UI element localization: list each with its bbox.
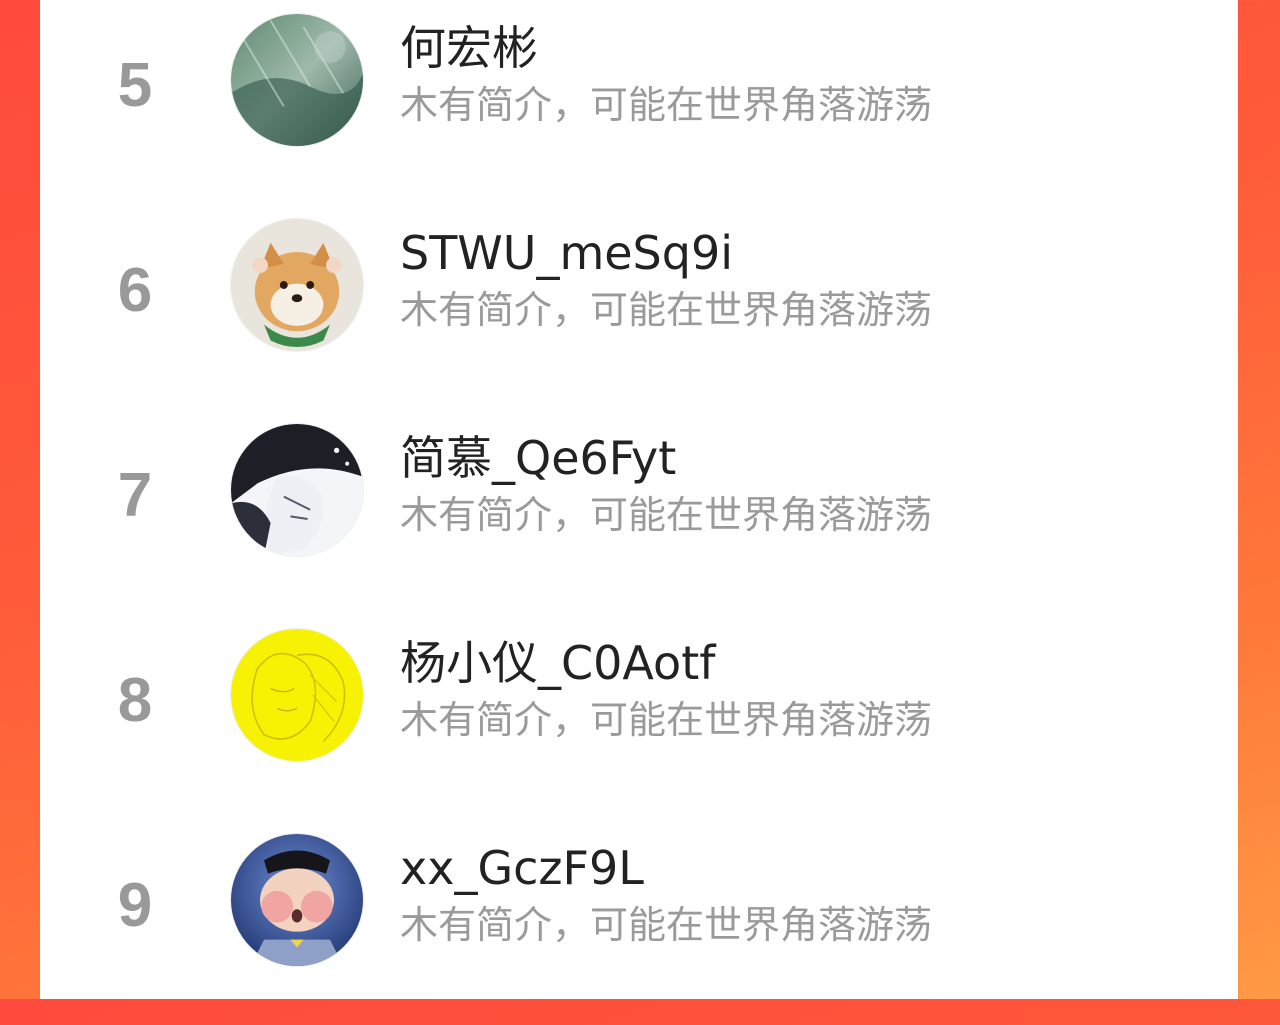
avatar[interactable] — [230, 628, 364, 762]
rank-number: 7 — [117, 461, 153, 530]
user-bio: 木有简介，可能在世界角落游荡 — [400, 903, 933, 947]
user-bio: 木有简介，可能在世界角落游荡 — [400, 698, 933, 742]
rank-number: 8 — [117, 666, 153, 735]
user-bio: 木有简介，可能在世界角落游荡 — [400, 493, 933, 537]
avatar[interactable] — [230, 833, 364, 967]
user-name[interactable]: 何宏彬 — [400, 25, 538, 71]
user-bio: 木有简介，可能在世界角落游荡 — [400, 288, 933, 332]
rank-number: 6 — [117, 256, 153, 325]
avatar[interactable] — [230, 218, 364, 352]
ranking-row[interactable]: 7 简慕_Qe6Fyt 木有简介，可能在世界角落游荡 — [40, 410, 1238, 615]
rank-number: 9 — [117, 871, 153, 940]
user-name[interactable]: STWU_meSq9i — [400, 230, 733, 276]
ranking-row[interactable]: 9 xx_GczF9L 木有简介，可能在世界角落游荡 — [40, 820, 1238, 1025]
avatar[interactable] — [230, 13, 364, 147]
user-name[interactable]: 杨小仪_C0Aotf — [400, 640, 715, 686]
ranking-row[interactable]: 8 杨小仪_C0Aotf 木有简介，可能在世界角落游荡 — [40, 615, 1238, 820]
avatar[interactable] — [230, 423, 364, 557]
user-name[interactable]: xx_GczF9L — [400, 845, 644, 891]
rank-number: 5 — [117, 51, 153, 120]
user-bio: 木有简介，可能在世界角落游荡 — [400, 83, 933, 127]
user-name[interactable]: 简慕_Qe6Fyt — [400, 435, 676, 481]
ranking-panel: 5 何宏彬 木有简介，可能在世界角落游荡 6 STWU_meSq9i 木有简介，… — [40, 0, 1238, 999]
ranking-row[interactable]: 6 STWU_meSq9i 木有简介，可能在世界角落游荡 — [40, 205, 1238, 410]
ranking-row[interactable]: 5 何宏彬 木有简介，可能在世界角落游荡 — [40, 0, 1238, 205]
